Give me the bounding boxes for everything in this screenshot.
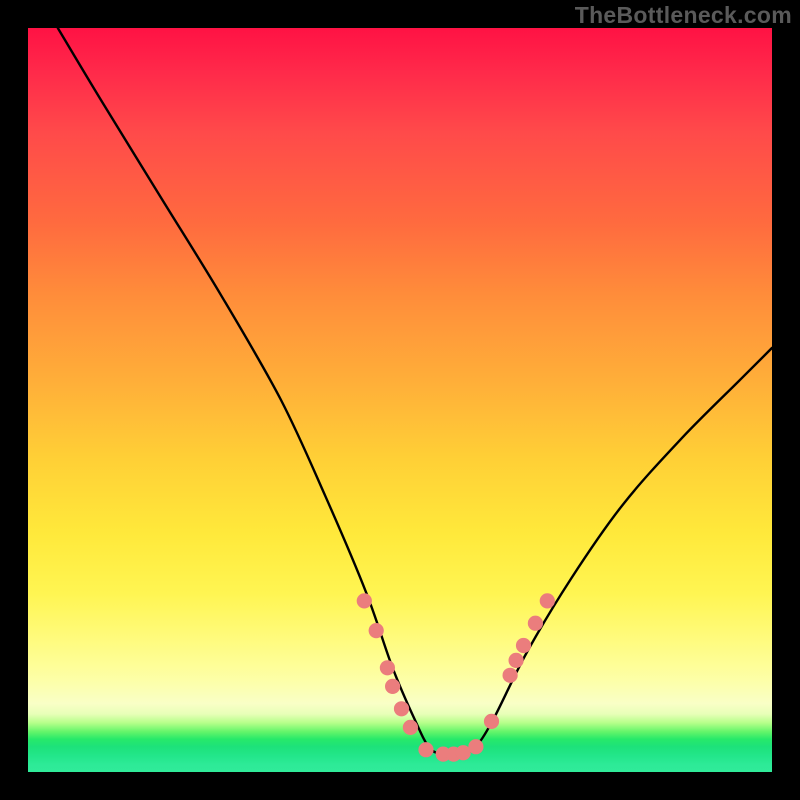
plot-area — [28, 28, 772, 772]
outer-frame: TheBottleneck.com — [0, 0, 800, 800]
chart-svg — [28, 28, 772, 772]
highlight-dots — [357, 593, 555, 761]
watermark-text: TheBottleneck.com — [575, 2, 792, 29]
bottleneck-curve — [58, 28, 772, 755]
